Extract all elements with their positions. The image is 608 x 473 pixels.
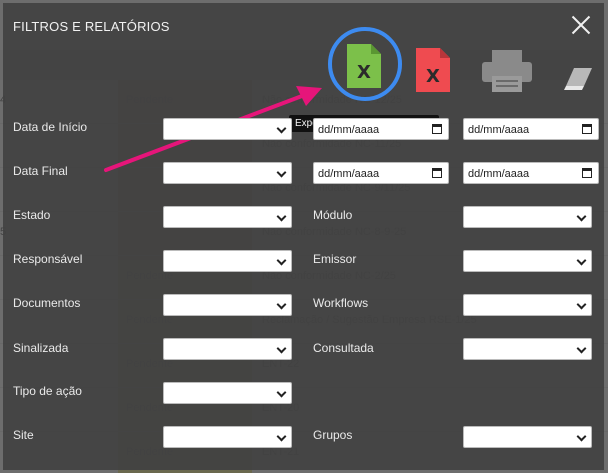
- calendar-icon[interactable]: [432, 168, 442, 178]
- label-estado: Estado: [13, 208, 51, 222]
- label-responsavel: Responsável: [13, 252, 83, 266]
- documentos-select[interactable]: [163, 294, 292, 316]
- chevron-down-icon: [576, 211, 587, 222]
- chevron-down-icon: [576, 255, 587, 266]
- tipo-acao-select[interactable]: [163, 382, 292, 404]
- chevron-down-icon: [276, 167, 287, 178]
- chevron-down-icon: [276, 255, 287, 266]
- data-inicio-from-input[interactable]: dd/mm/aaaa: [313, 118, 449, 140]
- chevron-down-icon: [276, 299, 287, 310]
- label-consultada: Consultada: [313, 341, 374, 355]
- label-sinalizada: Sinalizada: [13, 341, 69, 355]
- chevron-down-icon: [276, 387, 287, 398]
- data-inicio-to-input[interactable]: dd/mm/aaaa: [463, 118, 599, 140]
- workflows-select[interactable]: [463, 294, 592, 316]
- calendar-icon[interactable]: [582, 168, 592, 178]
- label-site: Site: [13, 428, 34, 442]
- chevron-down-icon: [576, 343, 587, 354]
- data-final-from-input[interactable]: dd/mm/aaaa: [313, 162, 449, 184]
- label-modulo: Módulo: [313, 208, 353, 222]
- label-tipo-acao: Tipo de ação: [13, 384, 82, 398]
- label-data-final: Data Final: [13, 164, 68, 178]
- excel-red-file-icon[interactable]: X: [414, 46, 452, 94]
- calendar-icon[interactable]: [582, 124, 592, 134]
- date-text: dd/mm/aaaa: [468, 124, 530, 136]
- site-select[interactable]: [163, 426, 292, 448]
- responsavel-select[interactable]: [163, 250, 292, 272]
- chevron-down-icon: [576, 299, 587, 310]
- chevron-down-icon: [576, 431, 587, 442]
- grupos-select[interactable]: [463, 426, 592, 448]
- data-inicio-select[interactable]: [163, 118, 292, 140]
- chevron-down-icon: [276, 211, 287, 222]
- excel-green-file-icon[interactable]: X: [345, 42, 383, 90]
- calendar-icon[interactable]: [432, 124, 442, 134]
- label-emissor: Emissor: [313, 252, 357, 266]
- modulo-select[interactable]: [463, 206, 592, 228]
- consultada-select[interactable]: [463, 338, 592, 360]
- chevron-down-icon: [276, 343, 287, 354]
- printer-icon[interactable]: [480, 48, 534, 94]
- close-icon[interactable]: [571, 15, 591, 35]
- data-final-to-input[interactable]: dd/mm/aaaa: [463, 162, 599, 184]
- svg-text:X: X: [357, 62, 371, 83]
- label-data-inicio: Data de Início: [13, 120, 88, 134]
- chevron-down-icon: [276, 123, 287, 134]
- eraser-icon[interactable]: [562, 66, 596, 92]
- label-grupos: Grupos: [313, 428, 353, 442]
- estado-select[interactable]: [163, 206, 292, 228]
- data-final-select[interactable]: [163, 162, 292, 184]
- date-text: dd/mm/aaaa: [318, 124, 380, 136]
- date-text: dd/mm/aaaa: [468, 168, 530, 180]
- date-text: dd/mm/aaaa: [318, 168, 380, 180]
- sinalizada-select[interactable]: [163, 338, 292, 360]
- label-workflows: Workflows: [313, 296, 369, 310]
- label-documentos: Documentos: [13, 296, 81, 310]
- svg-text:X: X: [426, 66, 440, 87]
- modal-title: FILTROS E RELATÓRIOS: [13, 19, 170, 34]
- chevron-down-icon: [276, 431, 287, 442]
- emissor-select[interactable]: [463, 250, 592, 272]
